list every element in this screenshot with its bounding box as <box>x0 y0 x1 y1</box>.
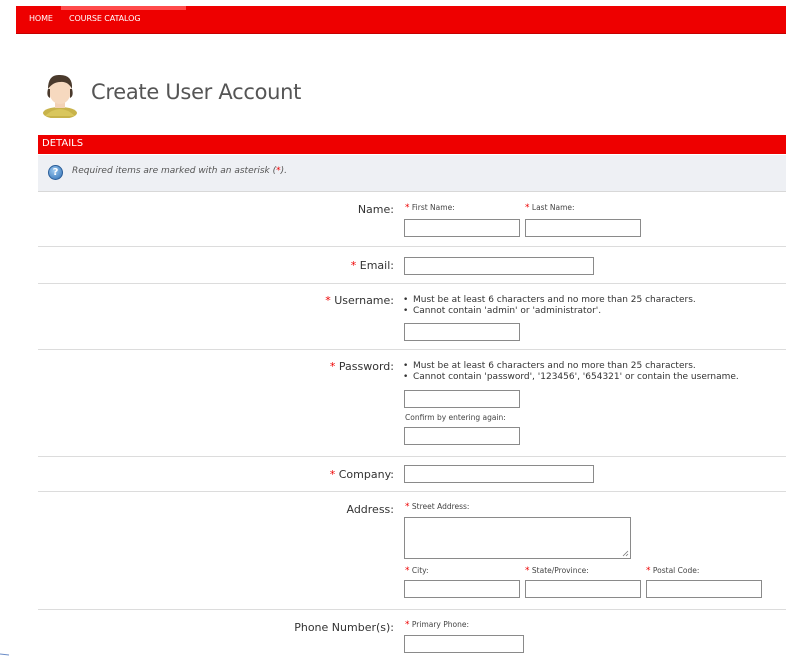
divider <box>38 609 786 610</box>
required-info-text: Required items are marked with an asteri… <box>72 166 287 176</box>
nav-course-catalog-link[interactable]: COURSE CATALOG <box>69 14 141 23</box>
postal-code-input[interactable] <box>646 580 762 598</box>
top-nav-bar: HOME COURSE CATALOG <box>16 6 786 34</box>
divider <box>38 283 786 284</box>
last-name-label: * Last Name: <box>525 203 575 213</box>
user-avatar-icon <box>43 74 77 118</box>
confirm-password-label: Confirm by entering again: <box>405 413 506 422</box>
resize-grip-icon[interactable] <box>622 550 629 557</box>
password-input[interactable] <box>404 390 520 408</box>
info-icon: ? <box>48 165 63 180</box>
password-label: * Password: <box>329 360 394 373</box>
username-input[interactable] <box>404 323 520 341</box>
nav-highlight <box>61 6 186 10</box>
required-info-row: ? Required items are marked with an aste… <box>38 155 786 192</box>
confirm-password-input[interactable] <box>404 427 520 445</box>
city-input[interactable] <box>404 580 520 598</box>
username-rule: Cannot contain 'admin' or 'administrator… <box>402 306 696 317</box>
details-section-header: DETAILS <box>38 135 786 154</box>
password-rule: Cannot contain 'password', '123456', '65… <box>402 372 739 383</box>
state-input[interactable] <box>525 580 641 598</box>
company-label: * Company: <box>329 468 394 481</box>
details-title: DETAILS <box>42 138 84 149</box>
street-address-label: * Street Address: <box>405 502 470 512</box>
primary-phone-input[interactable] <box>404 635 524 653</box>
divider <box>38 246 786 247</box>
divider <box>38 491 786 492</box>
page-title: Create User Account <box>91 80 302 104</box>
nav-home-link[interactable]: HOME <box>29 14 53 23</box>
scroll-edge-marker <box>0 653 10 656</box>
address-label: Address: <box>346 503 394 516</box>
primary-phone-label: * Primary Phone: <box>405 620 470 630</box>
last-name-input[interactable] <box>525 219 641 237</box>
name-label: Name: <box>357 203 394 216</box>
divider <box>38 456 786 457</box>
city-label: * City: <box>405 566 429 576</box>
first-name-label: * First Name: <box>405 203 455 213</box>
street-address-textarea[interactable] <box>404 517 631 559</box>
username-label: * Username: <box>325 294 394 307</box>
username-rules: Must be at least 6 characters and no mor… <box>402 295 696 317</box>
email-label: * Email: <box>350 259 394 272</box>
username-rule: Must be at least 6 characters and no mor… <box>402 295 696 306</box>
divider <box>38 349 786 350</box>
email-input[interactable] <box>404 257 594 275</box>
first-name-input[interactable] <box>404 219 520 237</box>
phone-label: Phone Number(s): <box>294 621 394 634</box>
password-rule: Must be at least 6 characters and no mor… <box>402 361 739 372</box>
password-rules: Must be at least 6 characters and no mor… <box>402 361 739 383</box>
postal-code-label: * Postal Code: <box>646 566 700 576</box>
state-label: * State/Province: <box>525 566 589 576</box>
company-input[interactable] <box>404 465 594 483</box>
